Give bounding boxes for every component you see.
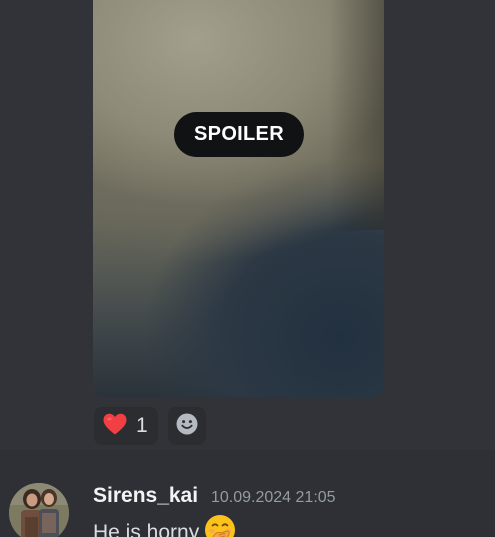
- reaction-count: 1: [136, 414, 148, 437]
- spoiler-image-attachment[interactable]: SPOILER: [93, 0, 384, 397]
- reaction-heart[interactable]: 1: [94, 407, 158, 445]
- message-with-attachment: SPOILER 1: [0, 0, 495, 450]
- reactions-bar: 1: [94, 407, 206, 445]
- red-heart-icon: [102, 412, 128, 440]
- message-timestamp: 10.09.2024 21:05: [211, 489, 336, 506]
- chat-view: SPOILER 1 Sirens_kai 10.09.2024 21:05 He…: [0, 0, 495, 537]
- avatar[interactable]: [9, 483, 69, 537]
- message-text: He is horny: [93, 521, 200, 537]
- smiley-icon: [176, 413, 198, 439]
- message-item: Sirens_kai 10.09.2024 21:05 He is horny: [0, 450, 495, 537]
- message-content: He is horny: [93, 514, 236, 537]
- hand-over-mouth-icon: [204, 514, 236, 537]
- username[interactable]: Sirens_kai: [93, 484, 198, 508]
- spoiler-label[interactable]: SPOILER: [174, 112, 304, 157]
- add-reaction-button[interactable]: [167, 407, 206, 445]
